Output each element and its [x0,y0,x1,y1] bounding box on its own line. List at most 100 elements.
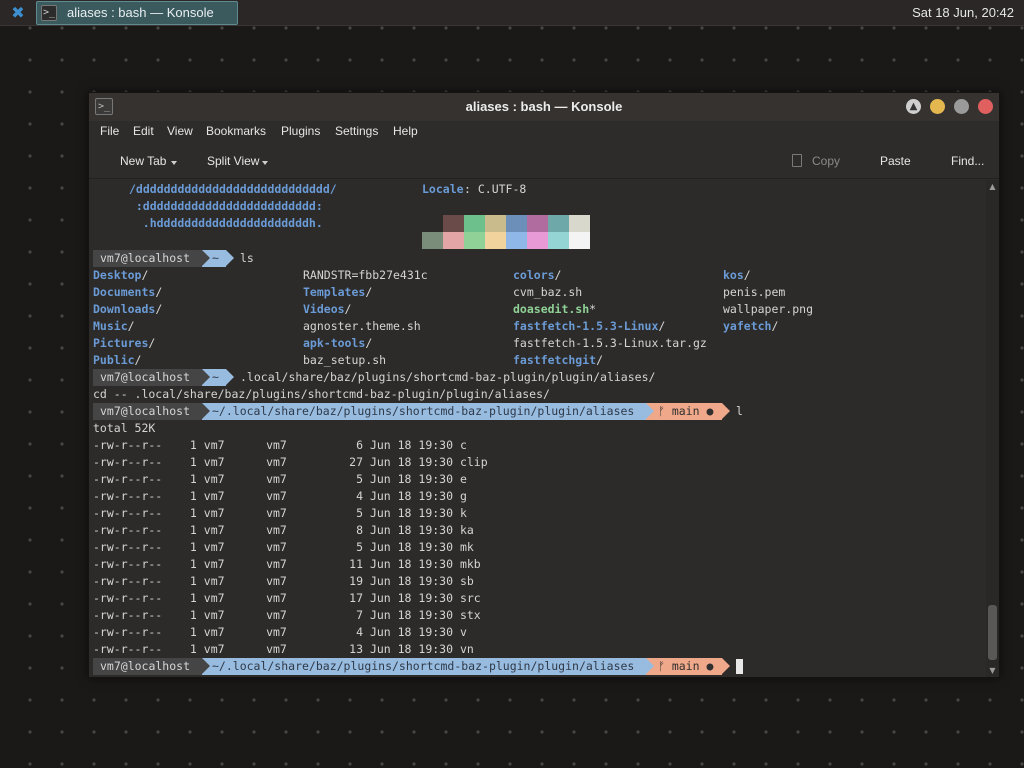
kde-launcher-icon[interactable]: ✖ [8,4,28,22]
ls-entry[interactable]: colors/ [513,267,561,284]
menu-plugins[interactable]: Plugins [281,124,320,138]
ls-entry[interactable]: Documents/ [93,284,162,301]
ls-entry[interactable]: agnoster.theme.sh [303,318,421,335]
color-swatch [422,215,443,232]
color-swatch [485,215,506,232]
color-swatch [464,215,485,232]
file-entry: -rw-r--r-- 1 vm7 vm7 17 Jun 18 19:30 src [93,591,481,605]
konsole-window: >_ aliases : bash — Konsole ▲ File Edit … [88,92,1000,678]
terminal-view[interactable]: /dddddddddddddddddddddddddddd/ Locale : … [90,180,986,677]
close-button[interactable] [978,99,993,114]
color-swatch [422,232,443,249]
prompt-line: vm7@localhost ~ ls [93,250,254,267]
color-swatch [569,215,590,232]
maximize-button[interactable] [954,99,969,114]
minimize-button[interactable] [930,99,945,114]
file-entry: -rw-r--r-- 1 vm7 vm7 19 Jun 18 19:30 sb [93,574,474,588]
prompt-git-segment: ᚠ main ● [646,403,722,420]
menu-bookmarks[interactable]: Bookmarks [206,124,266,138]
ls-entry[interactable]: kos/ [723,267,751,284]
menu-edit[interactable]: Edit [133,124,154,138]
keep-above-button[interactable]: ▲ [906,99,921,114]
split-view-button[interactable]: Split View [207,154,259,168]
file-entry: -rw-r--r-- 1 vm7 vm7 5 Jun 18 19:30 e [93,472,467,486]
window-titlebar[interactable]: >_ aliases : bash — Konsole ▲ [89,93,999,121]
ls-entry[interactable]: cvm_baz.sh [513,284,582,301]
file-entry: -rw-r--r-- 1 vm7 vm7 4 Jun 18 19:30 v [93,625,467,639]
new-tab-button[interactable]: New Tab [120,154,166,168]
ls-entry[interactable]: apk-tools/ [303,335,372,352]
color-swatch [443,215,464,232]
prompt-separator [202,369,210,385]
prompt-separator [202,403,210,419]
prompt-line: vm7@localhost ~ .local/share/baz/plugins… [93,369,655,386]
ls-entry[interactable]: Music/ [93,318,135,335]
ls-entry[interactable]: penis.pem [723,284,785,301]
color-swatch [569,232,590,249]
prompt-path-segment: ~/.local/share/baz/plugins/shortcmd-baz-… [202,658,646,675]
chevron-down-icon[interactable] [262,161,268,165]
chevron-down-icon[interactable] [171,161,177,165]
prompt-line: vm7@localhost ~/.local/share/baz/plugins… [93,403,743,420]
menu-help[interactable]: Help [393,124,418,138]
taskbar-task-konsole[interactable]: >_ aliases : bash — Konsole [36,1,238,25]
file-entry: -rw-r--r-- 1 vm7 vm7 5 Jun 18 19:30 mk [93,540,474,554]
prompt-user-segment: vm7@localhost [93,369,202,386]
file-entry: -rw-r--r-- 1 vm7 vm7 11 Jun 18 19:30 mkb [93,557,481,571]
menu-settings[interactable]: Settings [335,124,378,138]
ls-entry[interactable]: Templates/ [303,284,372,301]
prompt-line: vm7@localhost ~/.local/share/baz/plugins… [93,658,743,675]
color-swatch [527,215,548,232]
terminal-line: .hddddddddddddddddddddddh. [93,215,323,232]
locale-value: : C.UTF-8 [464,182,527,196]
ls-entry[interactable]: fastfetchgit/ [513,352,603,369]
color-swatch [506,215,527,232]
paste-button[interactable]: Paste [880,154,911,168]
ls-entry[interactable]: Desktop/ [93,267,148,284]
ascii-art-line: .hddddddddddddddddddddddh. [122,216,323,230]
prompt-separator [202,658,210,674]
prompt-user-segment: vm7@localhost [93,403,202,420]
prompt-git-segment: ᚠ main ● [646,658,722,675]
ls-entry[interactable]: Downloads/ [93,301,162,318]
file-entry: -rw-r--r-- 1 vm7 vm7 6 Jun 18 19:30 c [93,438,467,452]
find-button[interactable]: Find... [951,154,984,168]
ls-entry[interactable]: fastfetch-1.5.3-Linux/ [513,318,665,335]
scroll-down-arrow-icon[interactable]: ▼ [986,664,999,677]
menu-file[interactable]: File [100,124,119,138]
command-text: l [736,404,743,418]
file-entry: -rw-r--r-- 1 vm7 vm7 8 Jun 18 19:30 ka [93,523,474,537]
command-text: .local/share/baz/plugins/shortcmd-baz-pl… [240,370,656,384]
copy-button[interactable]: Copy [812,154,840,168]
file-entry: -rw-r--r-- 1 vm7 vm7 13 Jun 18 19:30 vn [93,642,474,656]
ls-entry[interactable]: baz_setup.sh [303,352,386,369]
ls-entry[interactable]: Pictures/ [93,335,155,352]
taskbar: ✖ >_ aliases : bash — Konsole Sat 18 Jun… [0,0,1024,26]
prompt-separator [722,403,730,419]
prompt-separator [722,658,730,674]
ascii-art-line: /dddddddddddddddddddddddddddd/ [129,182,337,196]
color-swatch [443,232,464,249]
ls-entry[interactable]: Videos/ [303,301,351,318]
file-entry: -rw-r--r-- 1 vm7 vm7 5 Jun 18 19:30 k [93,506,467,520]
command-text: ls [240,251,254,265]
ls-entry[interactable]: wallpaper.png [723,301,813,318]
terminal-scrollbar[interactable]: ▲ ▼ [986,180,999,677]
scrollbar-thumb[interactable] [988,605,997,660]
prompt-separator [646,403,654,419]
prompt-separator [202,250,210,266]
ls-entry[interactable]: Public/ [93,352,141,369]
ls-entry[interactable]: yafetch/ [723,318,778,335]
ls-entry[interactable]: doasedit.sh* [513,301,596,318]
menu-view[interactable]: View [167,124,193,138]
ls-entry[interactable]: RANDSTR=fbb27e431c [303,267,428,284]
clock[interactable]: Sat 18 Jun, 20:42 [912,5,1014,20]
window-title: aliases : bash — Konsole [465,99,623,114]
file-entry: -rw-r--r-- 1 vm7 vm7 27 Jun 18 19:30 cli… [93,455,488,469]
prompt-separator [646,658,654,674]
prompt-user-segment: vm7@localhost [93,250,202,267]
taskbar-task-label: aliases : bash — Konsole [67,5,214,20]
scroll-up-arrow-icon[interactable]: ▲ [986,180,999,193]
ls-entry[interactable]: fastfetch-1.5.3-Linux.tar.gz [513,335,707,352]
cd-echo-text: cd -- .local/share/baz/plugins/shortcmd-… [93,387,550,401]
